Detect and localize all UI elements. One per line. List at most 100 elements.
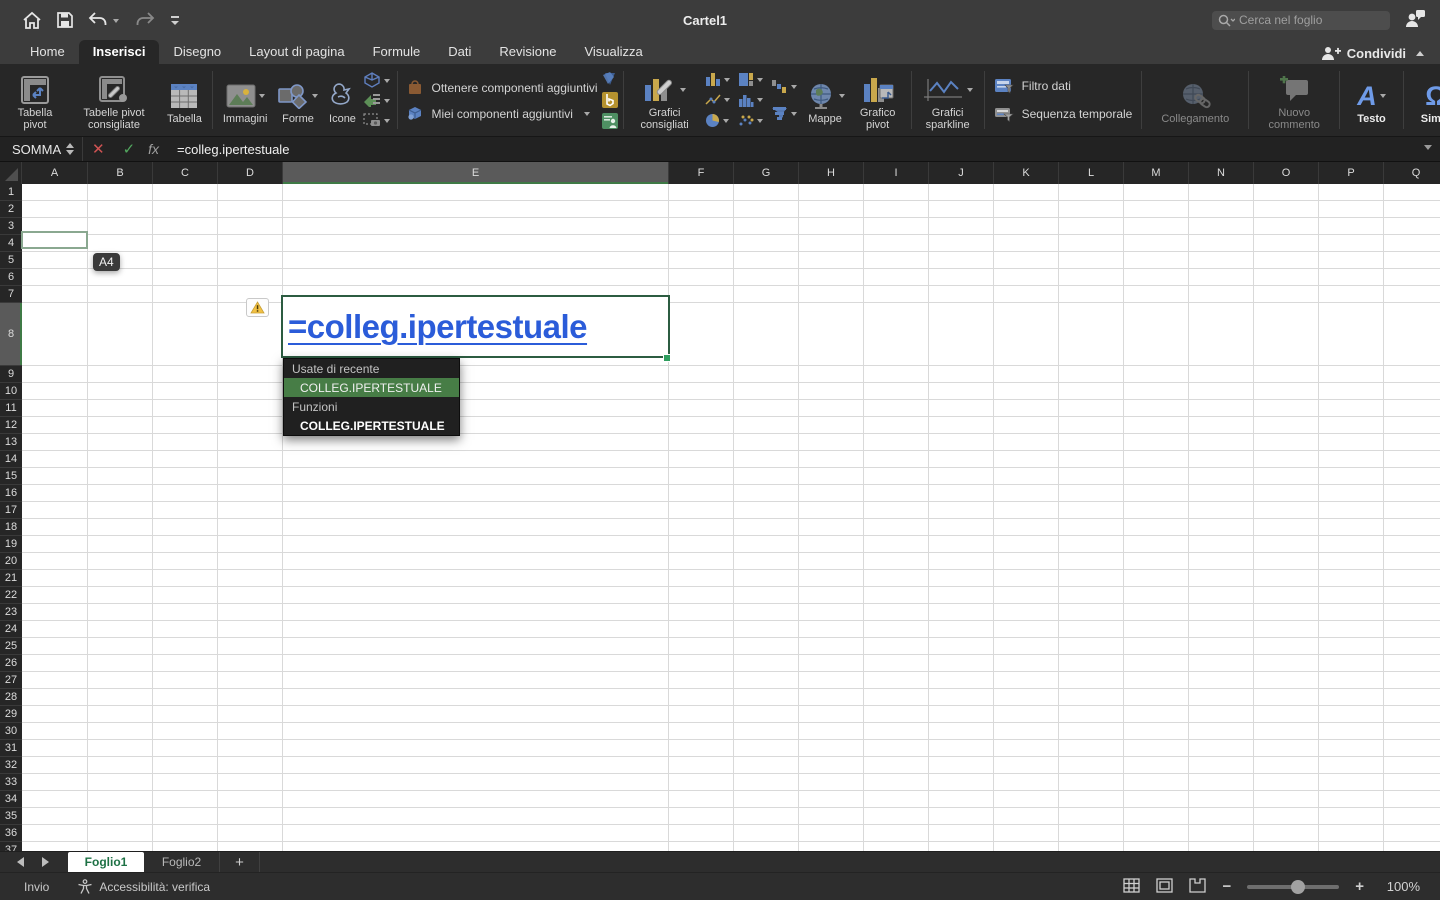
cell-B23[interactable] [88,604,153,621]
tab-inserisci[interactable]: Inserisci [79,40,160,64]
cell-G33[interactable] [734,774,799,791]
cell-N34[interactable] [1189,791,1254,808]
cell-C3[interactable] [153,218,218,235]
cell-L27[interactable] [1059,672,1124,689]
cell-M16[interactable] [1124,485,1189,502]
cell-M6[interactable] [1124,269,1189,286]
cell-O5[interactable] [1254,252,1319,269]
cell-I25[interactable] [864,638,929,655]
cell-F23[interactable] [669,604,734,621]
cell-F33[interactable] [669,774,734,791]
cell-I26[interactable] [864,655,929,672]
cell-K37[interactable] [994,842,1059,851]
cell-H10[interactable] [799,383,864,400]
shapes-button[interactable]: Forme [272,76,323,125]
cell-L4[interactable] [1059,235,1124,252]
cell-H37[interactable] [799,842,864,851]
pie-chart-button[interactable] [705,112,730,130]
cell-O16[interactable] [1254,485,1319,502]
cell-Q6[interactable] [1384,269,1440,286]
cell-E13[interactable] [283,434,669,451]
cell-F1[interactable] [669,184,734,201]
cell-F34[interactable] [669,791,734,808]
share-button[interactable]: Condividi [1321,46,1406,61]
cell-K31[interactable] [994,740,1059,757]
cell-F15[interactable] [669,468,734,485]
cell-O22[interactable] [1254,587,1319,604]
cell-E25[interactable] [283,638,669,655]
cell-H36[interactable] [799,825,864,842]
row-header-24[interactable]: 24 [0,621,22,638]
cell-A25[interactable] [22,638,88,655]
tab-visualizza[interactable]: Visualizza [570,40,656,64]
cell-C20[interactable] [153,553,218,570]
cell-M11[interactable] [1124,400,1189,417]
cell-J2[interactable] [929,201,994,218]
tab-dati[interactable]: Dati [434,40,485,64]
cell-editor-e8[interactable]: =colleg.ipertestuale [281,295,670,358]
cell-N1[interactable] [1189,184,1254,201]
cell-O30[interactable] [1254,723,1319,740]
screenshot-button[interactable] [363,111,390,129]
zoom-out-button[interactable]: − [1222,878,1231,895]
cell-A14[interactable] [22,451,88,468]
cell-F30[interactable] [669,723,734,740]
cell-B2[interactable] [88,201,153,218]
cell-F35[interactable] [669,808,734,825]
cell-E18[interactable] [283,519,669,536]
cell-L33[interactable] [1059,774,1124,791]
cell-A13[interactable] [22,434,88,451]
cell-E2[interactable] [283,201,669,218]
cell-I14[interactable] [864,451,929,468]
cell-G36[interactable] [734,825,799,842]
cell-I22[interactable] [864,587,929,604]
cell-E32[interactable] [283,757,669,774]
cell-P31[interactable] [1319,740,1384,757]
add-sheet-button[interactable]: + [220,852,260,872]
cell-D10[interactable] [218,383,283,400]
cell-C29[interactable] [153,706,218,723]
cell-D5[interactable] [218,252,283,269]
cell-I3[interactable] [864,218,929,235]
cell-B24[interactable] [88,621,153,638]
cell-K11[interactable] [994,400,1059,417]
cell-D3[interactable] [218,218,283,235]
waterfall-chart-button[interactable] [771,78,797,96]
row-header-28[interactable]: 28 [0,689,22,706]
row-header-25[interactable]: 25 [0,638,22,655]
cell-L35[interactable] [1059,808,1124,825]
tab-revisione[interactable]: Revisione [485,40,570,64]
cell-I6[interactable] [864,269,929,286]
cell-Q26[interactable] [1384,655,1440,672]
cell-L19[interactable] [1059,536,1124,553]
cell-G13[interactable] [734,434,799,451]
row-header-8[interactable]: 8 [0,303,22,366]
cell-F19[interactable] [669,536,734,553]
cell-Q9[interactable] [1384,366,1440,383]
cell-C14[interactable] [153,451,218,468]
cell-J10[interactable] [929,383,994,400]
row-header-36[interactable]: 36 [0,825,22,842]
cell-C24[interactable] [153,621,218,638]
cell-B4[interactable] [88,235,153,252]
cell-P32[interactable] [1319,757,1384,774]
cell-L13[interactable] [1059,434,1124,451]
cell-J11[interactable] [929,400,994,417]
cell-K14[interactable] [994,451,1059,468]
cell-F18[interactable] [669,519,734,536]
cell-O18[interactable] [1254,519,1319,536]
cell-F6[interactable] [669,269,734,286]
cell-L26[interactable] [1059,655,1124,672]
cell-N25[interactable] [1189,638,1254,655]
cell-I9[interactable] [864,366,929,383]
cell-M3[interactable] [1124,218,1189,235]
pivot-chart-button[interactable]: Grafico pivot [850,70,906,131]
cell-A15[interactable] [22,468,88,485]
row-header-21[interactable]: 21 [0,570,22,587]
cell-K8[interactable] [994,303,1059,366]
cell-K23[interactable] [994,604,1059,621]
column-header-G[interactable]: G [734,162,799,184]
cell-Q12[interactable] [1384,417,1440,434]
cell-D19[interactable] [218,536,283,553]
sheet-tab-foglio2[interactable]: Foglio2 [144,852,220,872]
